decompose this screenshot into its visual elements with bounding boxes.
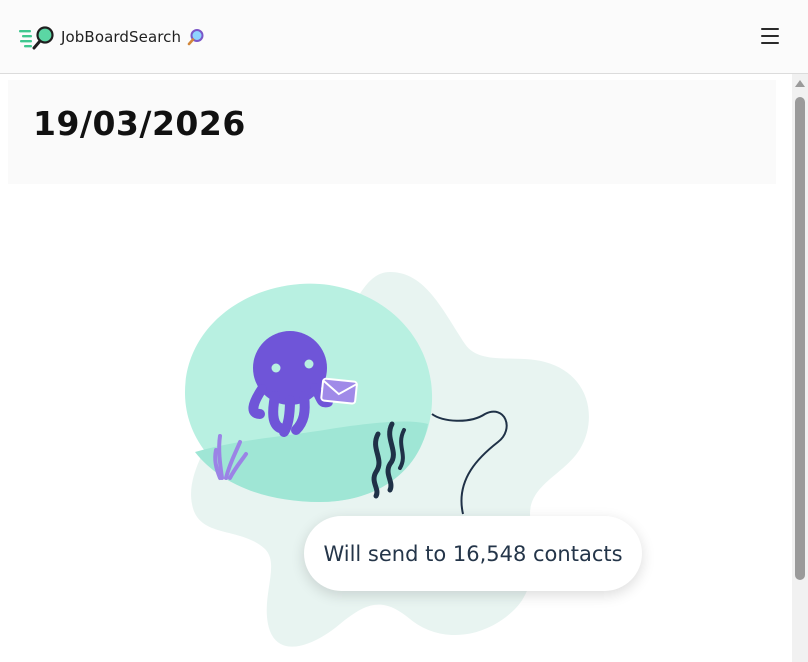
scroll-up-arrow-icon[interactable] [795,80,805,87]
main-content: 19/03/2026 Will send to 16,548 contacts [0,74,792,662]
brand-name: JobBoardSearch [61,28,182,46]
magnifying-glass-icon [187,29,204,46]
magnifier-speed-logo-icon [19,26,54,50]
send-status-text: Will send to 16,548 contacts [323,541,623,566]
octopus-sending-mail-illustration [184,272,589,647]
scrollbar-thumb[interactable] [795,97,805,580]
date-card: 19/03/2026 [8,80,776,184]
top-navbar: JobBoardSearch [0,0,808,74]
send-status-badge: Will send to 16,548 contacts [304,516,642,591]
page-title-date: 19/03/2026 [33,104,246,143]
vertical-scrollbar[interactable] [792,74,808,662]
hamburger-menu-icon[interactable] [756,24,784,50]
brand-link[interactable]: JobBoardSearch [19,24,205,50]
